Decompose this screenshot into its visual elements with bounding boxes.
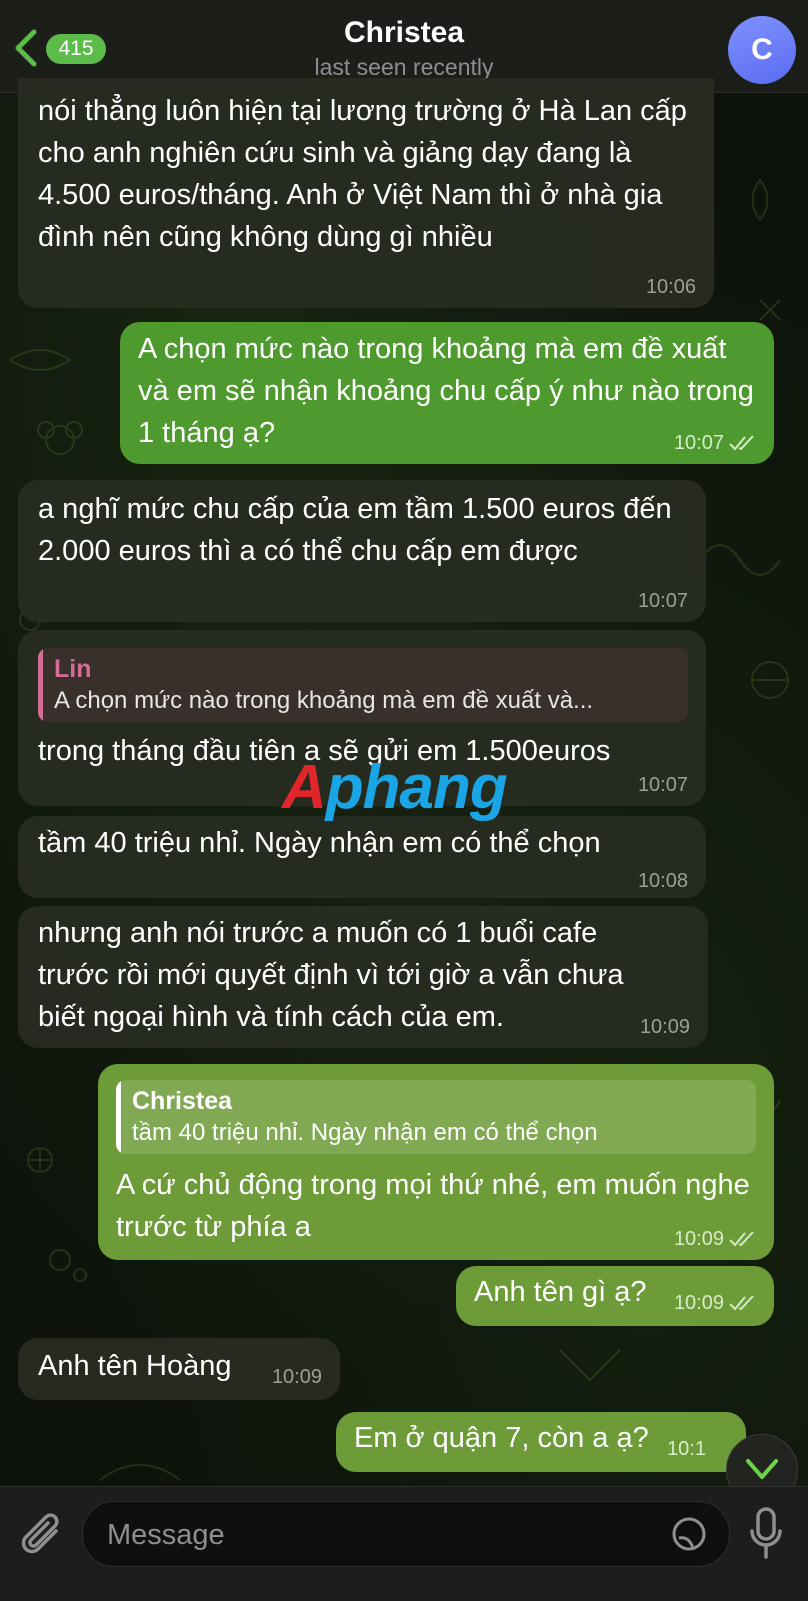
message-outgoing-reply[interactable]: Christea tầm 40 triệu nhỉ. Ngày nhận em … (98, 1064, 774, 1260)
read-checkmarks-icon (729, 1231, 754, 1247)
reply-preview[interactable]: Lin A chọn mức nào trong khoảng mà em đề… (38, 648, 688, 722)
message-time: 10:09 (673, 1228, 724, 1250)
sticker-icon[interactable] (671, 1516, 707, 1552)
reply-author: Lin (54, 655, 92, 683)
message-incoming[interactable]: tầm 40 triệu nhỉ. Ngày nhận em có thể ch… (18, 816, 706, 898)
message-text: nhưng anh nói trước a muốn có 1 buổi caf… (38, 917, 624, 1033)
message-incoming[interactable]: nói thẳng luôn hiện tại lương trường ở H… (18, 78, 714, 308)
message-composer (0, 1486, 808, 1601)
message-time: 10:07 (637, 590, 688, 612)
message-outgoing[interactable]: Anh tên gì ạ? 10:09 (456, 1266, 774, 1326)
message-text: A cứ chủ động trong mọi thứ nhé, em muốn… (116, 1169, 750, 1243)
message-time: 10:1 (667, 1438, 706, 1460)
paperclip-icon[interactable] (20, 1509, 64, 1561)
message-text: a nghĩ mức chu cấp của em tầm 1.500 euro… (38, 493, 672, 567)
message-text: tầm 40 triệu nhỉ. Ngày nhận em có thể ch… (38, 827, 601, 859)
contact-avatar[interactable]: C (728, 16, 796, 84)
chat-title[interactable]: Christea (0, 16, 808, 50)
message-incoming[interactable]: nhưng anh nói trước a muốn có 1 buổi caf… (18, 906, 708, 1048)
chevron-down-icon (746, 1459, 778, 1479)
reply-text: tầm 40 triệu nhỉ. Ngày nhận em có thể ch… (132, 1119, 598, 1146)
read-checkmarks-icon (729, 435, 754, 451)
message-time: 10:07 (673, 432, 724, 454)
microphone-icon[interactable] (748, 1505, 784, 1561)
reply-text: A chọn mức nào trong khoảng mà em đề xuấ… (54, 687, 594, 714)
watermark-logo: Aphang (282, 753, 508, 822)
last-seen-status: last seen recently (314, 54, 494, 80)
message-input[interactable] (105, 1502, 649, 1568)
message-text: A chọn mức nào trong khoảng mà em đề xuấ… (138, 333, 754, 449)
message-time: 10:09 (673, 1292, 724, 1314)
message-incoming[interactable]: Anh tên Hoàng 10:09 (18, 1338, 340, 1400)
message-text: nói thẳng luôn hiện tại lương trường ở H… (38, 95, 687, 253)
message-time: 10:07 (637, 774, 688, 796)
message-time: 10:09 (271, 1366, 322, 1388)
message-time: 10:06 (645, 276, 696, 298)
message-time: 10:08 (637, 870, 688, 892)
message-input-wrapper (82, 1501, 730, 1568)
reply-author: Christea (132, 1087, 233, 1115)
message-outgoing[interactable]: A chọn mức nào trong khoảng mà em đề xuấ… (120, 322, 774, 464)
read-checkmarks-icon (729, 1295, 754, 1311)
message-incoming[interactable]: a nghĩ mức chu cấp của em tầm 1.500 euro… (18, 480, 706, 622)
reply-preview[interactable]: Christea tầm 40 triệu nhỉ. Ngày nhận em … (116, 1080, 756, 1154)
message-time: 10:09 (639, 1016, 690, 1038)
message-outgoing[interactable]: Em ở quận 7, còn a ạ? 10:1 (336, 1412, 746, 1472)
